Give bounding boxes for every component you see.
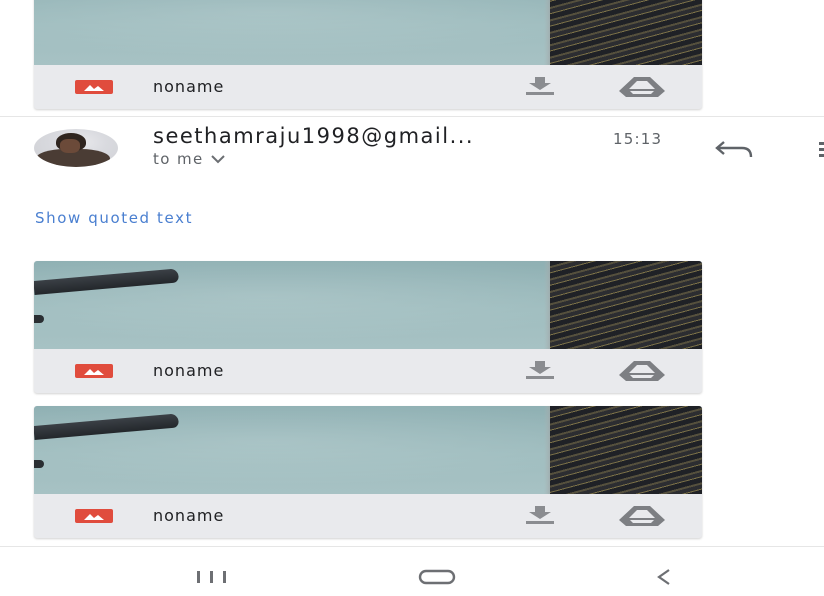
attachment-thumbnail[interactable] (34, 261, 702, 349)
image-icon (75, 509, 113, 523)
message-time: 15:13 (613, 130, 663, 148)
image-icon (75, 80, 113, 94)
attachment-info-bar: noname (34, 349, 702, 393)
download-icon[interactable] (525, 77, 555, 95)
attachment-name: noname (153, 506, 225, 525)
attachment-thumbnail[interactable] (34, 0, 702, 65)
recents-icon[interactable] (195, 570, 229, 584)
attachment-name: noname (153, 77, 225, 96)
back-icon[interactable] (654, 568, 674, 586)
attachment-name: noname (153, 361, 225, 380)
attachment-info-bar: noname (34, 494, 702, 538)
show-quoted-text-link[interactable]: Show quoted text (35, 209, 193, 227)
sender-address[interactable]: seethamraju1998@gmail... (153, 124, 474, 148)
save-to-drive-icon[interactable] (619, 361, 665, 381)
navbar-divider (0, 546, 824, 547)
save-to-drive-icon[interactable] (619, 506, 665, 526)
attachment-card[interactable]: noname (34, 406, 702, 538)
home-icon[interactable] (418, 569, 456, 585)
recipient-toggle[interactable]: to me (153, 150, 226, 168)
download-icon[interactable] (525, 361, 555, 379)
image-icon (75, 364, 113, 378)
download-icon[interactable] (525, 506, 555, 524)
chevron-down-icon[interactable] (210, 154, 226, 164)
navigation-bar (0, 558, 824, 596)
avatar[interactable] (34, 129, 118, 167)
attachment-thumbnail[interactable] (34, 406, 702, 494)
recipient-label: to me (153, 150, 204, 168)
reply-icon[interactable] (714, 140, 754, 158)
more-icon[interactable] (816, 140, 824, 158)
attachment-card[interactable]: noname (34, 0, 702, 109)
message-divider (0, 116, 824, 117)
attachment-card[interactable]: noname (34, 261, 702, 393)
attachment-info-bar: noname (34, 65, 702, 109)
save-to-drive-icon[interactable] (619, 77, 665, 97)
